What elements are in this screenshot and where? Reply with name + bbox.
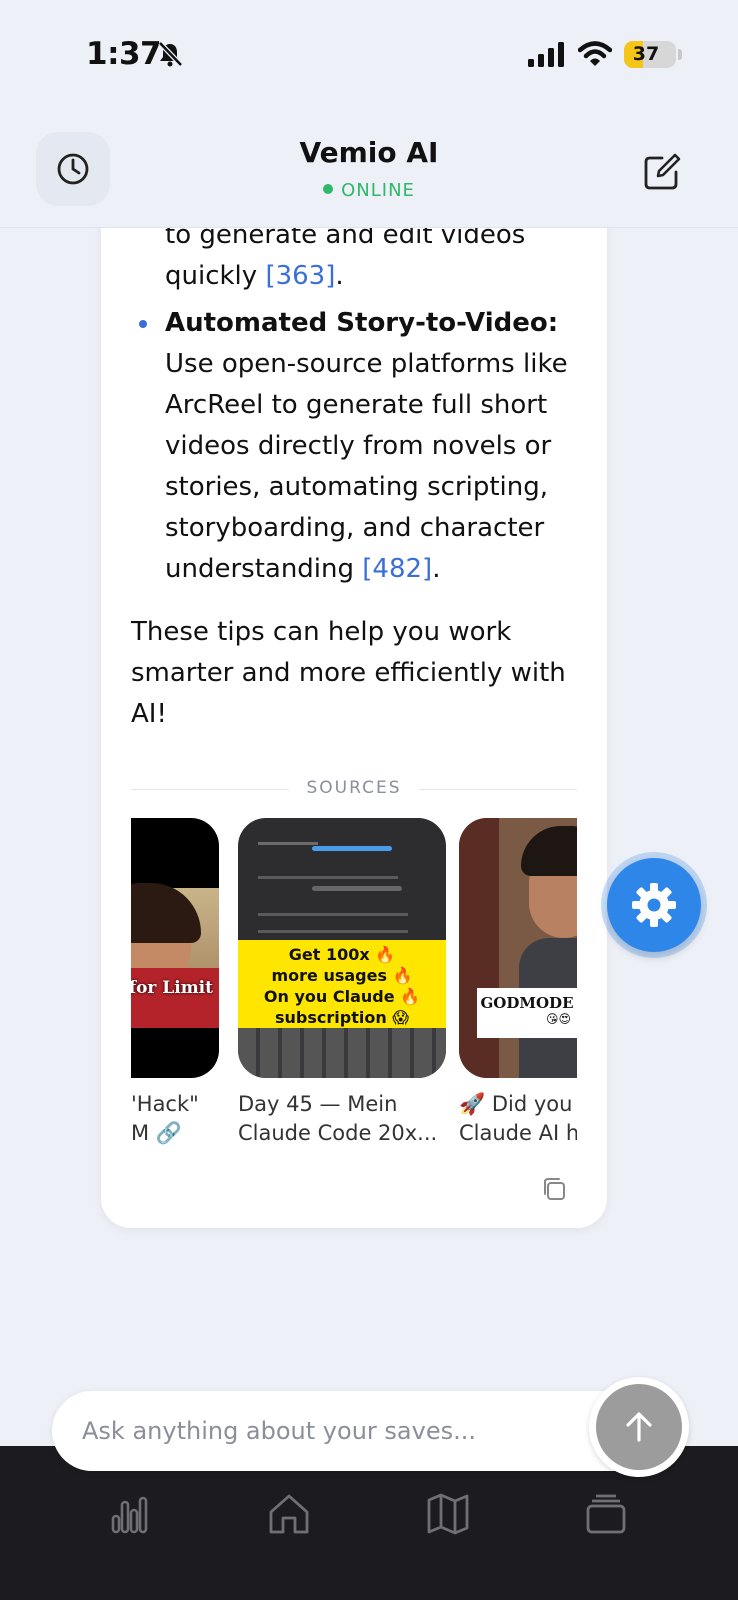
source-title[interactable]: 'Hack" M 🔗 xyxy=(131,1090,199,1148)
settings-fab[interactable] xyxy=(607,858,701,952)
map-icon[interactable] xyxy=(424,1490,472,1538)
page-title: Vemio AI xyxy=(299,136,439,169)
sources-divider: SOURCES xyxy=(131,778,577,802)
cellular-signal-icon xyxy=(528,42,564,67)
bullet-item: Automated Story-to-Video: Use open-sourc… xyxy=(165,308,568,584)
battery-level: 37 xyxy=(632,43,660,65)
home-icon[interactable] xyxy=(265,1490,313,1538)
source-title[interactable]: 🚀 Did you Claude AI h xyxy=(459,1090,577,1148)
overlay-line: more usages 🔥 xyxy=(271,966,413,985)
new-chat-compose-icon[interactable] xyxy=(640,150,684,194)
status-time: 1:37 xyxy=(86,36,162,72)
thumbnail-overlay-text: for Limit xyxy=(131,978,213,998)
online-label: ONLINE xyxy=(341,180,415,201)
sources-label: SOURCES xyxy=(306,778,402,798)
source-title[interactable]: Day 45 — Mein Claude Code 20x... xyxy=(238,1090,437,1148)
online-dot xyxy=(323,184,334,194)
copy-icon[interactable] xyxy=(541,1176,567,1202)
thumbnail-overlay: Get 100x 🔥 more usages 🔥 On you Claude 🔥… xyxy=(238,940,446,1028)
sources-carousel[interactable]: for Limit 'Hack" M 🔗 Get 100x 🔥 more usa… xyxy=(131,818,577,1148)
gear-icon xyxy=(632,883,676,927)
closing-paragraph: These tips can help you work smarter and… xyxy=(131,617,566,729)
thumbnail-image xyxy=(131,883,219,1028)
overlay-line: GODMODE xyxy=(480,994,574,1012)
source-title-line: Claude AI h xyxy=(459,1121,577,1145)
ask-input[interactable] xyxy=(82,1391,582,1471)
stats-bars-icon[interactable] xyxy=(107,1490,155,1538)
battery-tip xyxy=(678,49,682,60)
collections-icon[interactable] xyxy=(582,1490,630,1538)
send-button[interactable] xyxy=(589,1377,689,1477)
status-bar: 1:37 37 xyxy=(0,0,738,110)
source-thumbnail[interactable]: GODMODE 😘😍 xyxy=(459,818,577,1078)
arrow-up-icon xyxy=(626,1412,652,1442)
chat-input-container xyxy=(52,1391,682,1471)
bullet-title: Automated Story-to-Video: xyxy=(165,308,559,338)
wifi-icon xyxy=(578,41,612,66)
bullet-dot xyxy=(139,320,147,328)
source-title-line: Day 45 — Mein xyxy=(238,1092,398,1116)
online-status: ONLINE xyxy=(0,180,738,201)
divider-line xyxy=(419,789,577,790)
thumbnail-overlay: GODMODE 😘😍 xyxy=(477,988,577,1038)
source-title-line: 🚀 Did you xyxy=(459,1092,573,1116)
fragment-line: quickly [363]. xyxy=(165,261,344,291)
source-title-line: 'Hack" xyxy=(131,1092,199,1116)
fragment-text: quickly xyxy=(165,261,258,291)
overlay-emoji: 😘😍 xyxy=(545,1012,571,1026)
source-thumbnail[interactable]: Get 100x 🔥 more usages 🔥 On you Claude 🔥… xyxy=(238,818,446,1078)
citation-link[interactable]: [363] xyxy=(265,261,335,291)
bullet-body: Use open-source platforms like ArcReel t… xyxy=(165,349,568,584)
chat-header: Vemio AI ONLINE xyxy=(0,110,738,228)
overlay-line: subscription 😱 xyxy=(275,1008,409,1027)
overlay-line: Get 100x 🔥 xyxy=(288,945,396,964)
keyboard-image xyxy=(238,1028,446,1078)
battery-indicator: 37 xyxy=(624,41,676,68)
bell-slash-icon xyxy=(158,41,183,67)
source-title-line: Claude Code 20x... xyxy=(238,1121,438,1145)
overlay-line: On you Claude 🔥 xyxy=(263,987,421,1006)
citation-link[interactable]: [482] xyxy=(362,554,432,584)
source-thumbnail[interactable]: for Limit xyxy=(131,818,219,1078)
source-title-line: M 🔗 xyxy=(131,1121,182,1145)
assistant-message-card: to generate and edit videos quickly [363… xyxy=(101,180,607,1228)
